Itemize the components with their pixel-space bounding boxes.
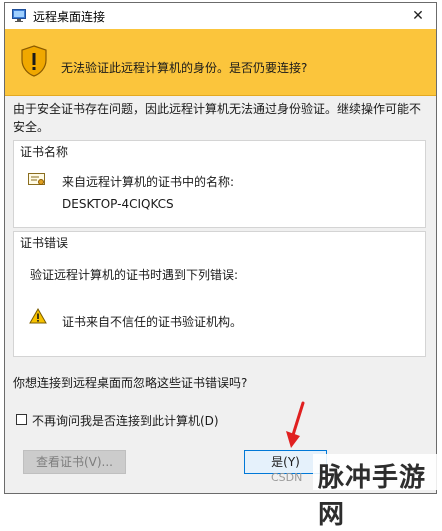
cert-error-group: 证书错误 验证远程计算机的证书时遇到下列错误: 证书来自不信任的证书验证机构。 [13,231,426,357]
security-description: 由于安全证书存在问题，因此远程计算机无法通过身份验证。继续操作可能不安全。 [13,102,422,134]
remote-desktop-icon [12,9,26,22]
cert-name-value: DESKTOP-4CIQKCS [62,197,174,211]
remote-desktop-dialog: 远程桌面连接 ✕ 无法验证此远程计算机的身份。是否仍要连接? 由于安全证书存在问… [4,2,437,494]
cert-name-group-title: 证书名称 [20,143,69,160]
dont-ask-checkbox[interactable] [16,414,27,425]
watermark-small: CSDN [271,471,303,484]
dont-ask-checkbox-label[interactable]: 不再询问我是否连接到此计算机(D) [32,412,219,429]
close-icon: ✕ [412,8,424,24]
cert-error-group-title: 证书错误 [20,234,69,251]
close-button[interactable]: ✕ [406,5,430,27]
cert-name-group: 证书名称 来自远程计算机的证书中的名称: DESKTOP-4CIQKCS [13,140,426,228]
cert-name-label: 来自远程计算机的证书中的名称: [62,175,235,189]
banner-message: 无法验证此远程计算机的身份。是否仍要连接? [61,61,308,75]
red-arrow-annotation [286,401,305,448]
window-title: 远程桌面连接 [33,10,106,24]
cert-error-intro: 验证远程计算机的证书时遇到下列错误: [30,268,239,282]
cert-error-detail: 证书来自不信任的证书验证机构。 [62,315,243,329]
view-certificate-button[interactable]: 查看证书(V)... [23,450,126,474]
watermark-logo: 脉冲手游网 [318,463,427,530]
warning-triangle-icon [29,308,47,324]
warning-shield-icon [21,45,47,77]
certificate-icon [28,173,45,185]
warning-banner: 无法验证此远程计算机的身份。是否仍要连接? [5,29,436,96]
connect-question: 你想连接到远程桌面而忽略这些证书错误吗? [13,376,248,390]
title-bar: 远程桌面连接 ✕ [5,3,436,29]
